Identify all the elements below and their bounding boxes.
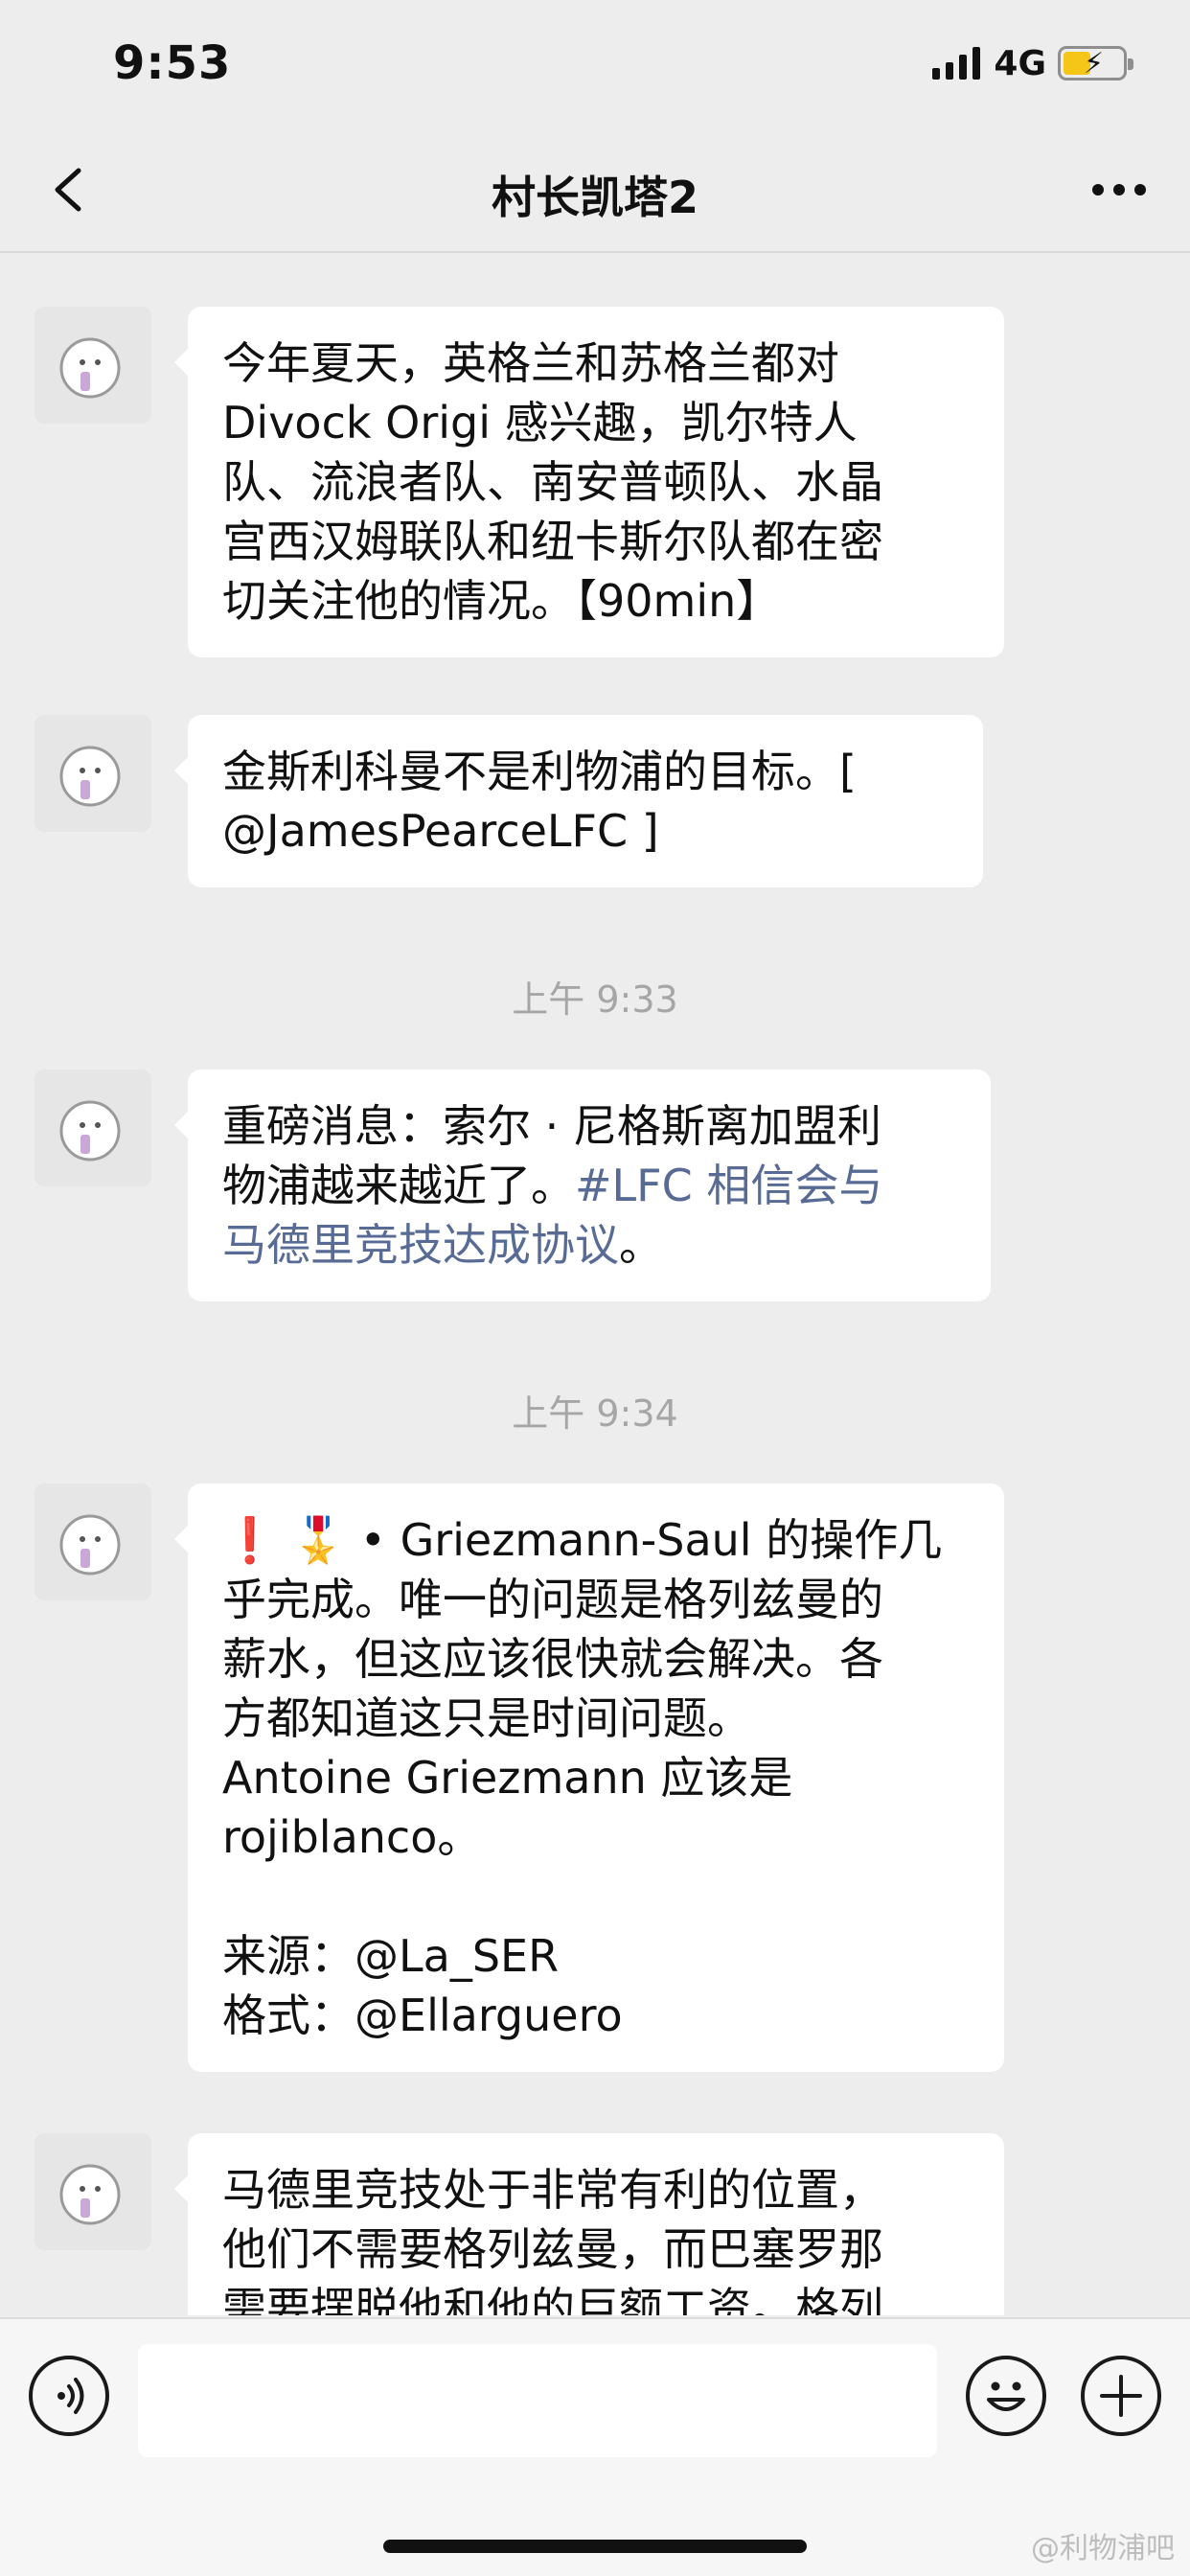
message-text: 。 [619,1219,663,1271]
message-text: • Griezmann-Saul 的操作几 乎完成。唯一的问题是格列兹曼的 薪水… [222,1514,943,2041]
voice-icon[interactable] [29,2356,109,2436]
status-indicators: 4G ⚡ [932,43,1133,83]
emoji-icon[interactable] [966,2356,1046,2436]
network-type: 4G [994,43,1046,83]
avatar[interactable] [34,715,151,832]
avatar[interactable] [34,2133,151,2250]
signal-icon [932,47,981,80]
message-list[interactable]: 今年夏天，英格兰和苏格兰都对 Divock Origi 感兴趣，凯尔特人 队、流… [0,255,1190,2315]
battery-icon: ⚡ [1058,46,1133,80]
status-bar: 9:53 4G ⚡ [0,0,1190,126]
home-indicator[interactable] [383,2540,807,2553]
avatar[interactable] [34,1484,151,1600]
plus-icon[interactable] [1081,2356,1161,2436]
message-bubble[interactable]: 重磅消息：索尔 · 尼格斯离加盟利 物浦越来越近了。#LFC 相信会与 马德里竞… [174,1070,991,1301]
chat-header: 村长凯塔2 [0,126,1190,253]
avatar[interactable] [34,307,151,424]
status-time: 9:53 [113,36,232,90]
avatar[interactable] [34,1070,151,1186]
message-input[interactable] [138,2344,937,2457]
timestamp: 上午 9:33 [512,978,678,1021]
more-dots-icon[interactable] [1092,184,1146,196]
message-bubble[interactable]: ❗ 🎖️ • Griezmann-Saul 的操作几 乎完成。唯一的问题是格列兹… [174,1484,1004,2072]
input-bar [0,2317,1190,2576]
message-bubble[interactable]: 马德里竞技处于非常有利的位置， 他们不需要格列兹曼，而巴塞罗那 需要摆脱他和他的… [174,2133,1004,2315]
message-bubble[interactable]: 今年夏天，英格兰和苏格兰都对 Divock Origi 感兴趣，凯尔特人 队、流… [174,307,1004,657]
watermark: @利物浦吧 [1031,2532,1175,2565]
chat-title: 村长凯塔2 [491,172,698,223]
message-bubble[interactable]: 金斯利科曼不是利物浦的目标。[ @JamesPearceLFC ] [174,715,983,887]
timestamp: 上午 9:34 [512,1392,678,1435]
medal-icon: ❗ 🎖️ [222,1514,347,1566]
